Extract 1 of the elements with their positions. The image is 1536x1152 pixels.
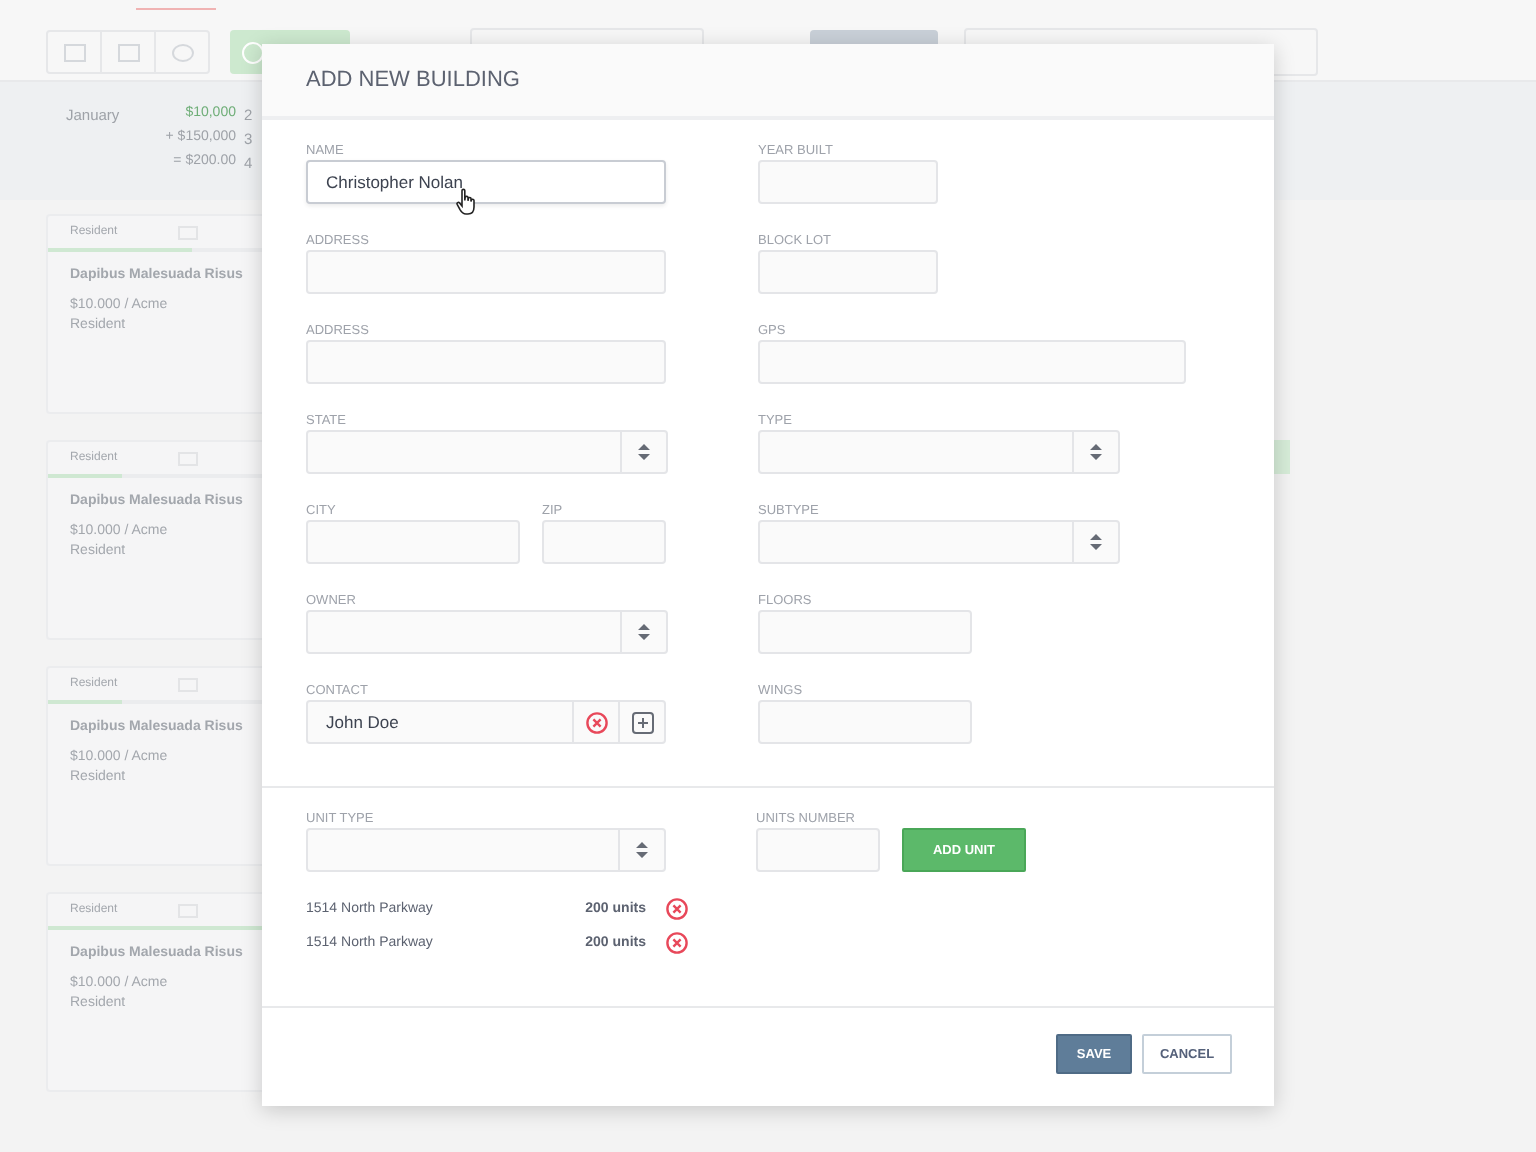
modal-title: ADD NEW BUILDING	[306, 68, 520, 92]
